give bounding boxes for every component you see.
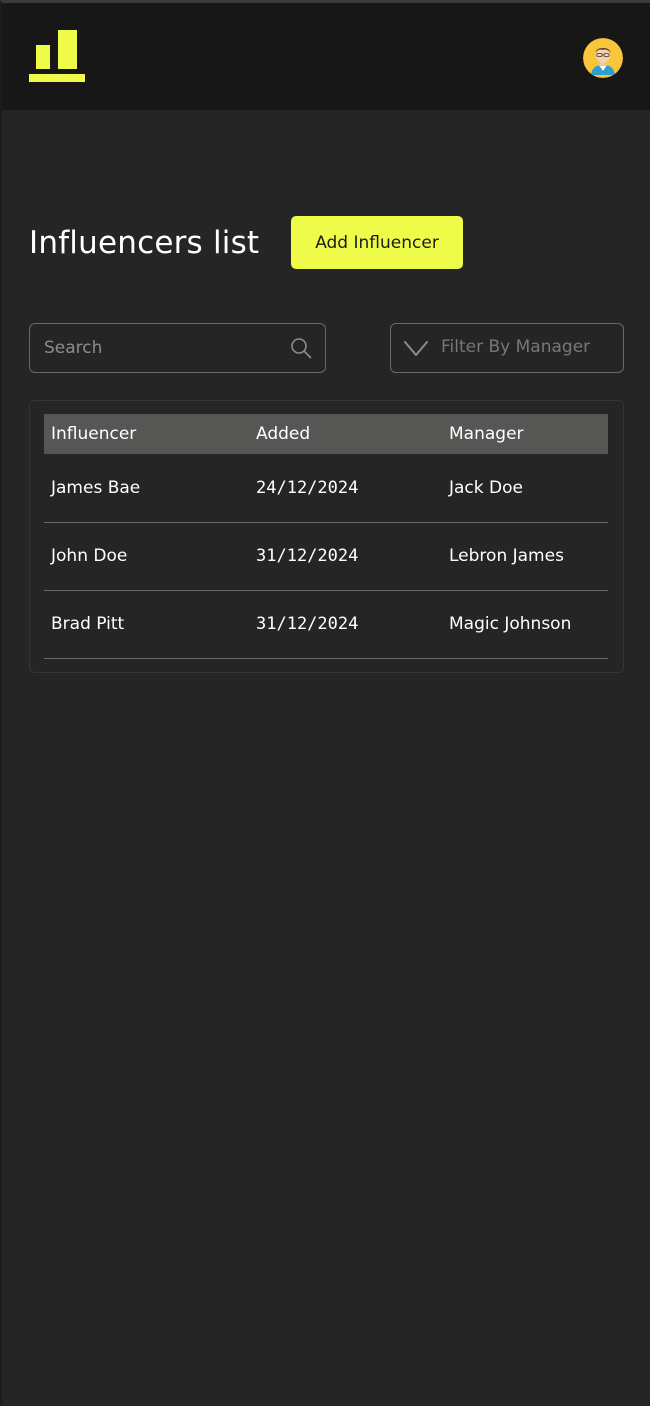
- table-header-row: Influencer Added Manager: [44, 414, 608, 454]
- user-avatar-icon: [583, 38, 623, 78]
- column-header-manager[interactable]: Manager: [442, 414, 608, 454]
- added-date-cell: 24/12/2024: [256, 477, 359, 498]
- search-box: [29, 323, 326, 373]
- added-date-cell: 31/12/2024: [256, 546, 359, 566]
- column-header-added[interactable]: Added: [249, 414, 442, 454]
- table-row[interactable]: John Doe 31/12/2024 Lebron James: [44, 522, 608, 590]
- added-date-cell: 31/12/2024: [256, 614, 359, 634]
- table-row[interactable]: Brad Pitt 31/12/2024 Magic Johnson: [44, 590, 608, 658]
- chevron-down-icon: [404, 341, 428, 356]
- column-header-influencer[interactable]: Influencer: [44, 414, 249, 454]
- filter-by-manager-dropdown[interactable]: Filter By Manager: [390, 323, 624, 373]
- manager-cell: Lebron James: [449, 546, 564, 566]
- manager-cell: Magic Johnson: [449, 614, 572, 634]
- manager-cell: Jack Doe: [449, 477, 523, 498]
- bar-chart-logo-icon[interactable]: [29, 30, 85, 86]
- influencer-cell: Brad Pitt: [51, 614, 125, 634]
- user-avatar[interactable]: [583, 38, 623, 78]
- table-row[interactable]: James Bae 24/12/2024 Jack Doe: [44, 454, 608, 522]
- title-row: Influencers list: [29, 216, 259, 270]
- filter-label: Filter By Manager: [441, 337, 591, 357]
- page-title: Influencers list: [29, 225, 260, 261]
- influencer-cell: James Bae: [51, 477, 141, 498]
- top-header: [2, 3, 650, 110]
- search-input[interactable]: [44, 324, 280, 371]
- influencers-table-card: Influencer Added Manager James Bae 24/12…: [29, 400, 624, 673]
- influencers-table: Influencer Added Manager James Bae 24/12…: [44, 414, 608, 659]
- add-influencer-button[interactable]: Add Influencer: [291, 216, 463, 269]
- search-icon[interactable]: [289, 336, 313, 360]
- app-page: Influencers list Add Influencer Filter B…: [0, 0, 650, 1406]
- influencer-cell: John Doe: [51, 546, 128, 566]
